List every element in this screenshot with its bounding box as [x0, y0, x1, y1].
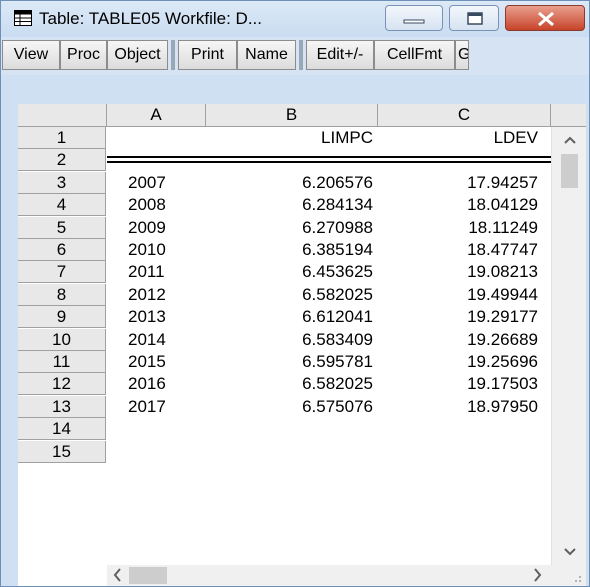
toolbar-separator [299, 40, 303, 70]
column-header-b[interactable]: B [206, 104, 378, 126]
row-header[interactable]: 4 [18, 194, 106, 217]
name-button[interactable]: Name [237, 40, 296, 70]
table-cell-a[interactable]: 2013 [128, 306, 218, 328]
scroll-left-icon[interactable] [112, 568, 122, 586]
column-header-c[interactable]: C [378, 104, 551, 126]
row-header[interactable]: 11 [18, 351, 106, 373]
print-button[interactable]: Print [178, 40, 237, 70]
row-header[interactable]: 12 [18, 373, 106, 396]
table-cell-c[interactable]: 19.17503 [378, 373, 538, 395]
table-cell-b[interactable]: 6.582025 [213, 373, 373, 395]
table-cell-a[interactable]: 2016 [128, 373, 218, 395]
table-cell-a[interactable]: 2012 [128, 284, 218, 306]
table-cell-b[interactable]: 6.583409 [213, 329, 373, 351]
corner-cell[interactable] [18, 104, 107, 126]
table-cell-c[interactable]: 19.08213 [378, 261, 538, 283]
row-header[interactable]: 7 [18, 261, 106, 284]
table-window: Table: TABLE05 Workfile: D... View Proc … [0, 0, 590, 587]
close-button[interactable] [505, 5, 585, 31]
row-header[interactable]: 10 [18, 328, 106, 351]
vertical-scroll-thumb[interactable] [561, 154, 578, 188]
table-cell-a[interactable]: 2010 [128, 239, 218, 261]
table-cell-b[interactable]: 6.582025 [213, 284, 373, 306]
table-cell-a[interactable]: 2014 [128, 329, 218, 351]
table-cell-a[interactable]: 2015 [128, 351, 218, 373]
column-header-row: A B C [18, 104, 586, 127]
grid-button[interactable]: G [455, 40, 469, 70]
resize-grip-icon [575, 576, 581, 582]
table-cell-a[interactable]: 2011 [128, 261, 218, 283]
double-underline [107, 156, 569, 164]
table-cell-a[interactable]: 2008 [128, 194, 218, 216]
row-header[interactable]: 15 [18, 440, 106, 463]
table-cell-c[interactable]: 18.04129 [378, 194, 538, 216]
toolbar-separator [171, 40, 175, 70]
maximize-button[interactable] [449, 5, 499, 31]
table-cell-c[interactable]: 19.26689 [378, 329, 538, 351]
row-header[interactable]: 8 [18, 283, 106, 306]
table-cell-a[interactable]: 2009 [128, 217, 218, 239]
toolbar: View Proc Object Print Name Edit+/- Cell… [1, 37, 589, 75]
table-cell-c[interactable]: 18.97950 [378, 396, 538, 418]
table-cell-c[interactable]: 17.94257 [378, 172, 538, 194]
header-cell-ldev[interactable]: LDEV [378, 127, 538, 149]
row-header[interactable]: 1 [18, 127, 106, 149]
horizontal-scroll-thumb[interactable] [129, 567, 167, 584]
row-header[interactable]: 3 [18, 171, 106, 194]
scroll-up-icon[interactable] [564, 133, 576, 149]
resize-grip[interactable] [551, 565, 586, 586]
view-button[interactable]: View [2, 40, 60, 70]
header-cell-limpc[interactable]: LIMPC [213, 127, 373, 149]
object-button[interactable]: Object [107, 40, 168, 70]
spreadsheet-grid[interactable]: A B C 1 2 3 4 5 6 7 8 9 10 11 12 13 14 15 LIMPC LDEV 200… [18, 104, 586, 586]
maximize-icon [467, 12, 483, 25]
cellfmt-button[interactable]: CellFmt [374, 40, 455, 70]
column-header-a[interactable]: A [107, 104, 206, 126]
table-icon [14, 10, 32, 26]
row-header[interactable]: 9 [18, 306, 106, 329]
table-cell-c[interactable]: 18.11249 [378, 217, 538, 239]
scroll-right-icon[interactable] [533, 568, 543, 586]
row-header[interactable]: 6 [18, 239, 106, 261]
scroll-down-icon[interactable] [564, 545, 576, 561]
title-bar[interactable]: Table: TABLE05 Workfile: D... [1, 1, 589, 37]
window-title: Table: TABLE05 Workfile: D... [39, 9, 262, 28]
minimize-button[interactable] [385, 5, 443, 31]
table-cell-b[interactable]: 6.206576 [213, 172, 373, 194]
table-cell-c[interactable]: 19.49944 [378, 284, 538, 306]
row-header[interactable]: 2 [18, 149, 106, 172]
column-header-spacer [551, 104, 586, 126]
table-cell-b[interactable]: 6.575076 [213, 396, 373, 418]
close-icon [538, 11, 554, 27]
row-header[interactable]: 5 [18, 216, 106, 239]
table-cell-b[interactable]: 6.284134 [213, 194, 373, 216]
minimize-icon [403, 19, 425, 24]
proc-button[interactable]: Proc [60, 40, 107, 70]
table-cell-b[interactable]: 6.385194 [213, 239, 373, 261]
row-header[interactable]: 13 [18, 395, 106, 418]
table-cell-b[interactable]: 6.453625 [213, 261, 373, 283]
table-cell-c[interactable]: 19.29177 [378, 306, 538, 328]
table-cell-b[interactable]: 6.270988 [213, 217, 373, 239]
table-cell-a[interactable]: 2017 [128, 396, 218, 418]
horizontal-scrollbar[interactable] [107, 565, 551, 586]
edit-button[interactable]: Edit+/- [306, 40, 374, 70]
table-cell-b[interactable]: 6.595781 [213, 351, 373, 373]
vertical-scrollbar[interactable] [551, 127, 586, 565]
table-cell-b[interactable]: 6.612041 [213, 306, 373, 328]
row-header[interactable]: 14 [18, 418, 106, 441]
table-cell-c[interactable]: 18.47747 [378, 239, 538, 261]
table-cell-a[interactable]: 2007 [128, 172, 218, 194]
table-cell-c[interactable]: 19.25696 [378, 351, 538, 373]
